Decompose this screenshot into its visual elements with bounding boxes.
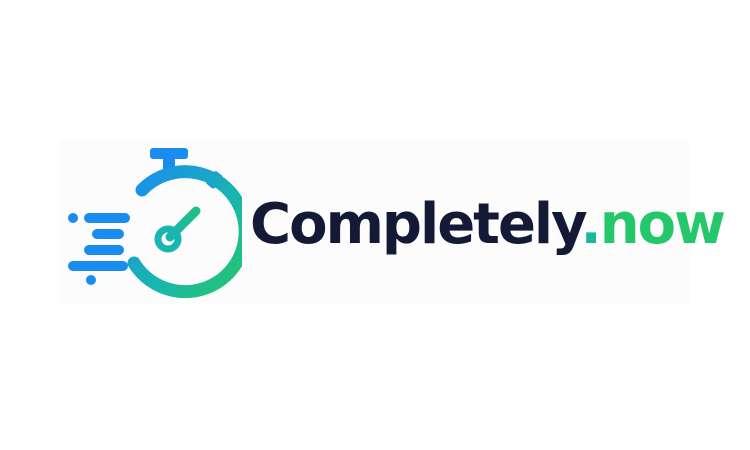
- speed-dot-bottom: [86, 275, 96, 285]
- speed-dot-top: [68, 213, 78, 223]
- speed-lines: [68, 213, 130, 285]
- brand-wordmark: Completely.now: [250, 197, 726, 253]
- speed-line-4: [68, 261, 128, 271]
- speed-line-3: [84, 245, 124, 255]
- brand-dot: .: [580, 192, 602, 257]
- stopwatch-speed-icon: [68, 148, 242, 299]
- speed-line-1: [84, 213, 130, 223]
- brand-name: Completely: [250, 192, 582, 257]
- stopwatch-button: [150, 148, 188, 159]
- speed-line-2: [92, 229, 124, 239]
- brand-logo: Completely.now: [62, 145, 726, 305]
- stopwatch-hand: [154, 206, 201, 253]
- brand-tld: now: [599, 192, 726, 257]
- stopwatch-ring: [127, 165, 242, 299]
